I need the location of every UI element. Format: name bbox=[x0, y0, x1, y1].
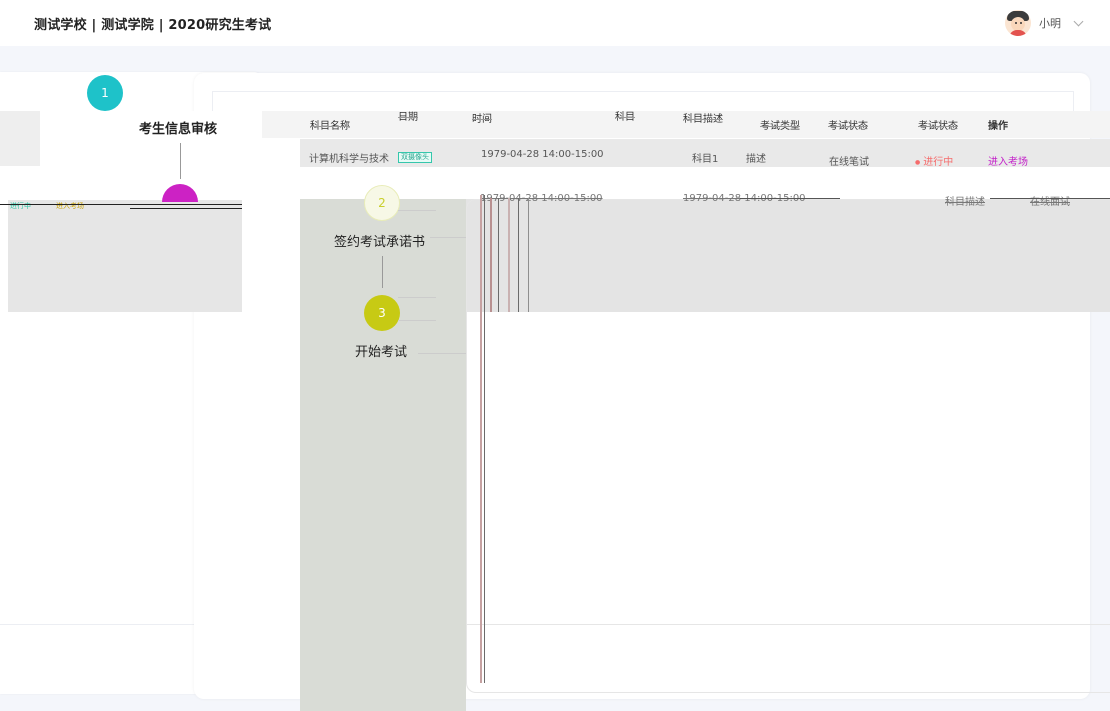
exam-list-pane bbox=[466, 199, 1110, 693]
glitch-row-left: 进行中 进入考场 bbox=[10, 202, 84, 210]
column-header-status-2: 考试状态 bbox=[918, 121, 958, 132]
steps-column bbox=[300, 199, 466, 711]
step-2-label: 签约考试承诺书 bbox=[334, 235, 426, 250]
column-header-status: 考试状态 bbox=[828, 121, 868, 132]
row-datetime: 1979-04-28 14:00-15:00 bbox=[481, 149, 604, 160]
step-2-circle: 2 bbox=[364, 185, 400, 221]
row2-subject: 科目描述 bbox=[945, 197, 985, 208]
column-header-description: 科目描述 bbox=[683, 114, 723, 125]
row-exam-type: 在线笔试 bbox=[829, 157, 869, 168]
row-description: 描述 bbox=[746, 154, 766, 165]
step-connector bbox=[180, 143, 181, 179]
user-name[interactable]: 小明 bbox=[1039, 15, 1061, 31]
step-1-label: 考生信息审核 bbox=[139, 122, 218, 137]
enter-exam-link[interactable]: 进入考场 bbox=[988, 153, 1028, 168]
row-subject: 科目1 bbox=[692, 154, 719, 165]
top-header: 测试学校 | 测试学院 | 2020研究生考试 小明 bbox=[0, 0, 1110, 46]
column-header-subject: 科目 bbox=[615, 112, 635, 123]
step-3-label: 开始考试 bbox=[355, 345, 408, 360]
column-header-time: 时间 bbox=[472, 114, 492, 125]
column-header-date: 日期 bbox=[398, 112, 418, 123]
column-header-action: 操作 bbox=[988, 121, 1008, 132]
row-exam-name: 计算机科学与技术 bbox=[309, 154, 389, 165]
page-title: 测试学校 | 测试学院 | 2020研究生考试 bbox=[34, 17, 272, 33]
chevron-down-icon[interactable] bbox=[1073, 16, 1084, 26]
dual-camera-tag: 双摄像头 bbox=[398, 152, 432, 163]
avatar[interactable] bbox=[1005, 10, 1031, 36]
step-connector bbox=[382, 256, 383, 288]
user-menu[interactable]: 小明 bbox=[1005, 10, 1086, 36]
step-3-circle: 3 bbox=[364, 295, 400, 331]
status-badge: 进行中 bbox=[915, 153, 953, 168]
glitch-panel-left bbox=[8, 200, 242, 312]
column-header-name: 科目名称 bbox=[310, 121, 350, 132]
column-header-exam-type: 考试类型 bbox=[760, 121, 800, 132]
row2-exam-type: 在线面试 bbox=[1030, 197, 1070, 208]
step-1-circle: 1 bbox=[87, 75, 123, 111]
